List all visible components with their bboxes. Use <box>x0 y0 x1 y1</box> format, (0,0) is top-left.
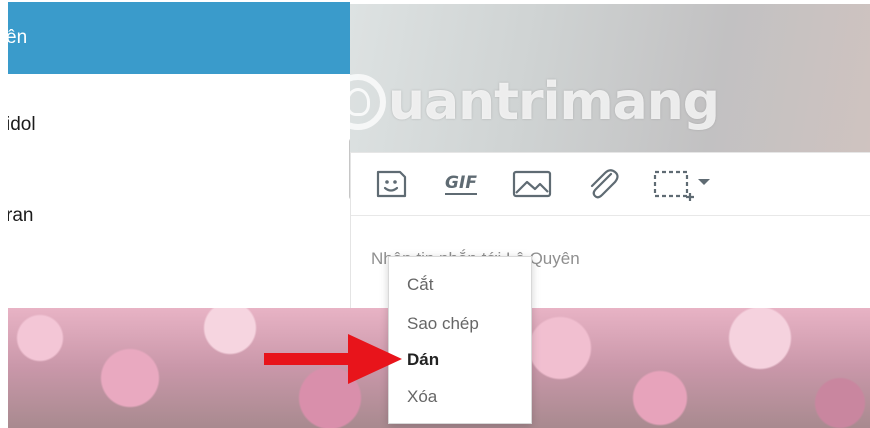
menu-item-delete[interactable]: Xóa <box>407 385 437 409</box>
contact-item[interactable]: ran <box>8 186 350 246</box>
sticker-button[interactable] <box>373 167 409 201</box>
attachment-icon <box>590 169 619 199</box>
chat-header-banner <box>350 4 870 152</box>
contact-name: ên <box>8 27 28 48</box>
menu-item-copy[interactable]: Sao chép <box>407 312 479 336</box>
attach-file-button[interactable] <box>583 167 621 201</box>
contact-item-selected[interactable]: ên <box>8 2 350 74</box>
composer-toolbar: GIF <box>351 153 870 216</box>
menu-item-paste[interactable]: Dán <box>407 348 439 372</box>
contact-list: ên idol ran <box>8 0 350 308</box>
menu-item-cut[interactable]: Cắt <box>407 273 433 297</box>
screen-capture-icon <box>653 170 710 201</box>
red-arrow-annotation <box>264 334 402 384</box>
gif-icon: GIF <box>445 172 477 195</box>
contact-item[interactable]: idol <box>8 95 350 155</box>
sticker-icon <box>376 170 407 198</box>
context-menu: Cắt Sao chép Dán Xóa <box>388 256 532 424</box>
screen-capture-button[interactable] <box>651 167 715 201</box>
contact-name: idol <box>8 114 36 135</box>
image-button[interactable] <box>511 167 553 201</box>
window-edge <box>0 0 8 428</box>
image-icon <box>512 170 552 198</box>
gif-button[interactable]: GIF <box>439 167 483 201</box>
contact-name: ran <box>8 205 34 226</box>
